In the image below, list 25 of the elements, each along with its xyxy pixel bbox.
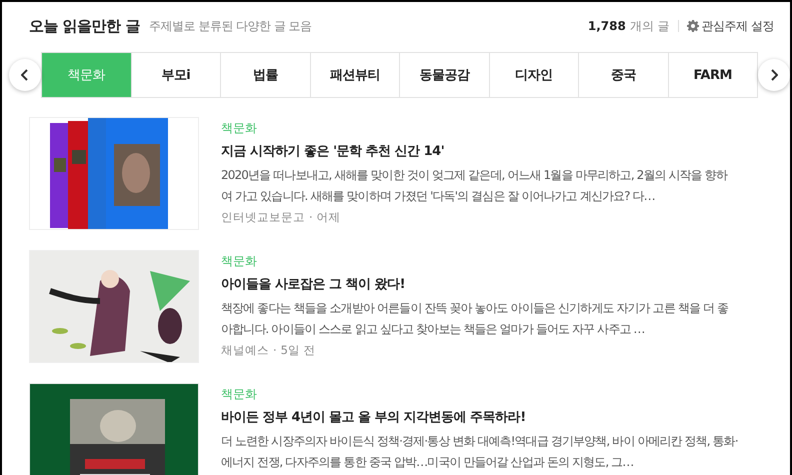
- article-time: 어제: [316, 210, 341, 225]
- article-time: 5일 전: [280, 343, 316, 358]
- section-subtitle: 주제별로 분류된 다양한 글 모음: [148, 18, 312, 34]
- next-button[interactable]: [758, 59, 790, 91]
- article-source: 인터넷교보문고: [221, 210, 305, 225]
- article-summary: 2020년을 떠나보내고, 새해를 맞이한 것이 엊그제 같은데, 어느새 1월을 마무리하고, 2월의 시작을 향하여 가고 있습니다. 새해를 맞이하며 가졌던 '다독'의 결심은 잘 이어나가고 계신가요? 다…: [221, 167, 728, 205]
- article-summary: 책장에 좋다는 책들을 소개받아 어른들이 잔뜩 꽂아 놓아도 아이들은 신기하게도 자기가 고른 책을 더 좋아합니다. 아이들이 스스로 읽고 싶다고 찾아보는 책들은 얼마가 들어도 자꾸 사주고 …: [221, 300, 730, 338]
- previous-button[interactable]: [9, 59, 41, 91]
- category-label: 책문화: [221, 386, 258, 403]
- separator-dot: ·: [273, 343, 277, 358]
- chevron-right-icon: [770, 69, 778, 81]
- article-title-link[interactable]: 바이든 정부 4년이 몰고 올 부의 지각변동에 주목하라!: [221, 408, 738, 426]
- article-title-link[interactable]: 지금 시작하기 좋은 '문학 추천 신간 14': [221, 142, 738, 160]
- article-summary: 더 노련한 시장주의자 바이든식 정책·경제·통상 변화 대예측!역대급 경기부양책, 바이 아메리칸 정책, 통화·에너지 전쟁, 다자주의를 통한 중국 압박…미국이 만들어갈 산업과 돈의 지형도, 그…: [221, 433, 738, 471]
- section-title: 오늘 읽을만한 글: [29, 16, 140, 36]
- article-source: 채널예스: [221, 343, 269, 358]
- category-label: 책문화: [221, 253, 258, 270]
- count-unit: 개의 글: [630, 18, 670, 34]
- topic-settings-link[interactable]: 관심주제 설정: [686, 18, 774, 34]
- separator-dot: ·: [309, 210, 313, 225]
- category-label: 책문화: [221, 120, 258, 137]
- article-title-link[interactable]: 아이들을 사로잡은 그 책이 왔다!: [221, 275, 738, 293]
- settings-icon: [686, 20, 699, 32]
- article-count: 1,788: [588, 19, 626, 33]
- chevron-left-icon: [21, 69, 29, 81]
